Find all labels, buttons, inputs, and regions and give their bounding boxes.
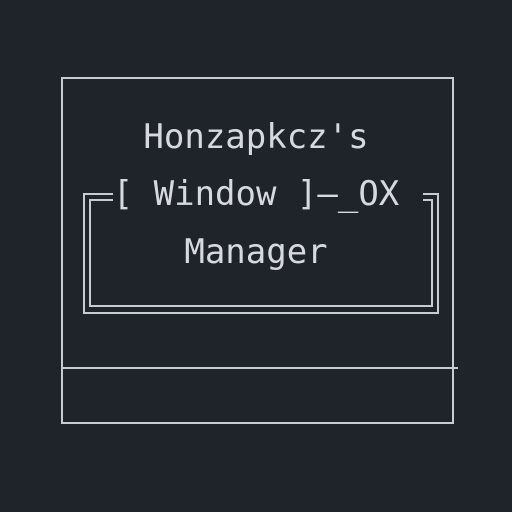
window-title-line-1: Honzapkcz's [143,117,369,157]
window-title-bar-text[interactable]: [ Window ]—_OX [0,174,512,214]
window-title-line-3: Manager [184,232,328,272]
desktop-stage: Honzapkcz's [ Window ]—_OX Manager [0,0,512,512]
window-divider [61,367,458,369]
